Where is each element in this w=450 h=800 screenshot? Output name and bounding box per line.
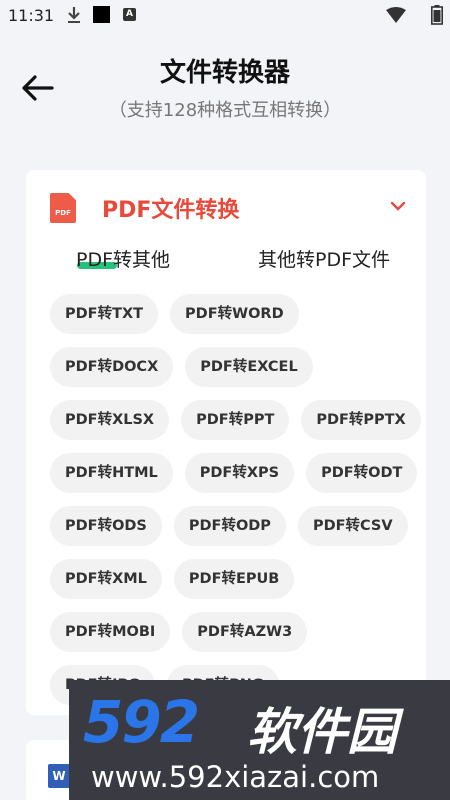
chip-row: PDF转TXT PDF转WORD <box>50 294 410 347</box>
chip-pdf-to-azw3[interactable]: PDF转AZW3 <box>182 612 308 652</box>
chip-pdf-to-txt[interactable]: PDF转TXT <box>50 294 159 334</box>
pdf-card-header[interactable]: PDF PDF文件转换 <box>26 170 426 240</box>
chip-row: PDF转XLSX PDF转PPT PDF转PPTX <box>50 400 421 453</box>
format-chip-grid: PDF转TXT PDF转WORD PDF转DOCX PDF转EXCEL PDF转… <box>50 294 421 715</box>
wifi-icon <box>386 7 406 23</box>
chip-pdf-to-odp[interactable]: PDF转ODP <box>173 506 286 546</box>
chip-pdf-to-odt[interactable]: PDF转ODT <box>306 453 418 493</box>
a-badge-icon: A <box>123 8 136 21</box>
pdf-file-icon: PDF <box>50 193 76 223</box>
page-title: 文件转换器 <box>159 58 290 88</box>
status-bar: 11:31 A <box>0 0 450 32</box>
chip-pdf-to-xps[interactable]: PDF转XPS <box>184 453 295 493</box>
page-subtitle: （支持128种格式互相转换） <box>108 100 342 121</box>
chip-pdf-to-excel[interactable]: PDF转EXCEL <box>185 347 313 387</box>
pdf-icon-text: PDF <box>55 209 71 217</box>
chip-pdf-to-html[interactable]: PDF转HTML <box>50 453 173 493</box>
watermark-banner: 592 软件园 www.592xiazai.com <box>69 680 450 800</box>
chip-pdf-to-word[interactable]: PDF转WORD <box>170 294 299 334</box>
tab-pdf-to-other[interactable]: PDF转其他 <box>76 245 170 272</box>
pdf-conversion-card: PDF PDF文件转换 PDF转其他 其他转PDF文件 PDF转TXT PDF转… <box>26 170 426 715</box>
watermark-brand: 软件园 <box>247 703 397 761</box>
chip-pdf-to-ppt[interactable]: PDF转PPT <box>181 400 290 440</box>
tab-other-to-pdf[interactable]: 其他转PDF文件 <box>258 245 390 272</box>
notification-square-icon <box>93 6 110 23</box>
chip-pdf-to-docx[interactable]: PDF转DOCX <box>50 347 174 387</box>
card-title: PDF文件转换 <box>102 198 240 223</box>
chip-row: PDF转HTML PDF转XPS PDF转ODT <box>50 453 418 506</box>
chip-pdf-to-epub[interactable]: PDF转EPUB <box>173 559 295 599</box>
watermark-logo-number: 592 <box>83 688 200 756</box>
chevron-down-icon[interactable] <box>390 200 406 212</box>
chip-pdf-to-mobi[interactable]: PDF转MOBI <box>50 612 171 652</box>
battery-icon <box>431 5 443 25</box>
watermark-url: www.592xiazai.com <box>91 760 380 794</box>
status-time: 11:31 <box>8 6 55 25</box>
chip-row: PDF转MOBI PDF转AZW3 <box>50 612 410 665</box>
chip-pdf-to-pptx[interactable]: PDF转PPTX <box>301 400 421 440</box>
chip-row: PDF转ODS PDF转ODP PDF转CSV <box>50 506 410 559</box>
chip-pdf-to-csv[interactable]: PDF转CSV <box>297 506 408 546</box>
chip-row: PDF转DOCX PDF转EXCEL <box>50 347 410 400</box>
chip-pdf-to-ods[interactable]: PDF转ODS <box>50 506 162 546</box>
download-icon <box>68 7 80 23</box>
chip-row: PDF转XML PDF转EPUB <box>50 559 410 612</box>
chip-pdf-to-xml[interactable]: PDF转XML <box>50 559 162 599</box>
word-file-icon: W <box>48 764 70 788</box>
chip-pdf-to-xlsx[interactable]: PDF转XLSX <box>50 400 170 440</box>
